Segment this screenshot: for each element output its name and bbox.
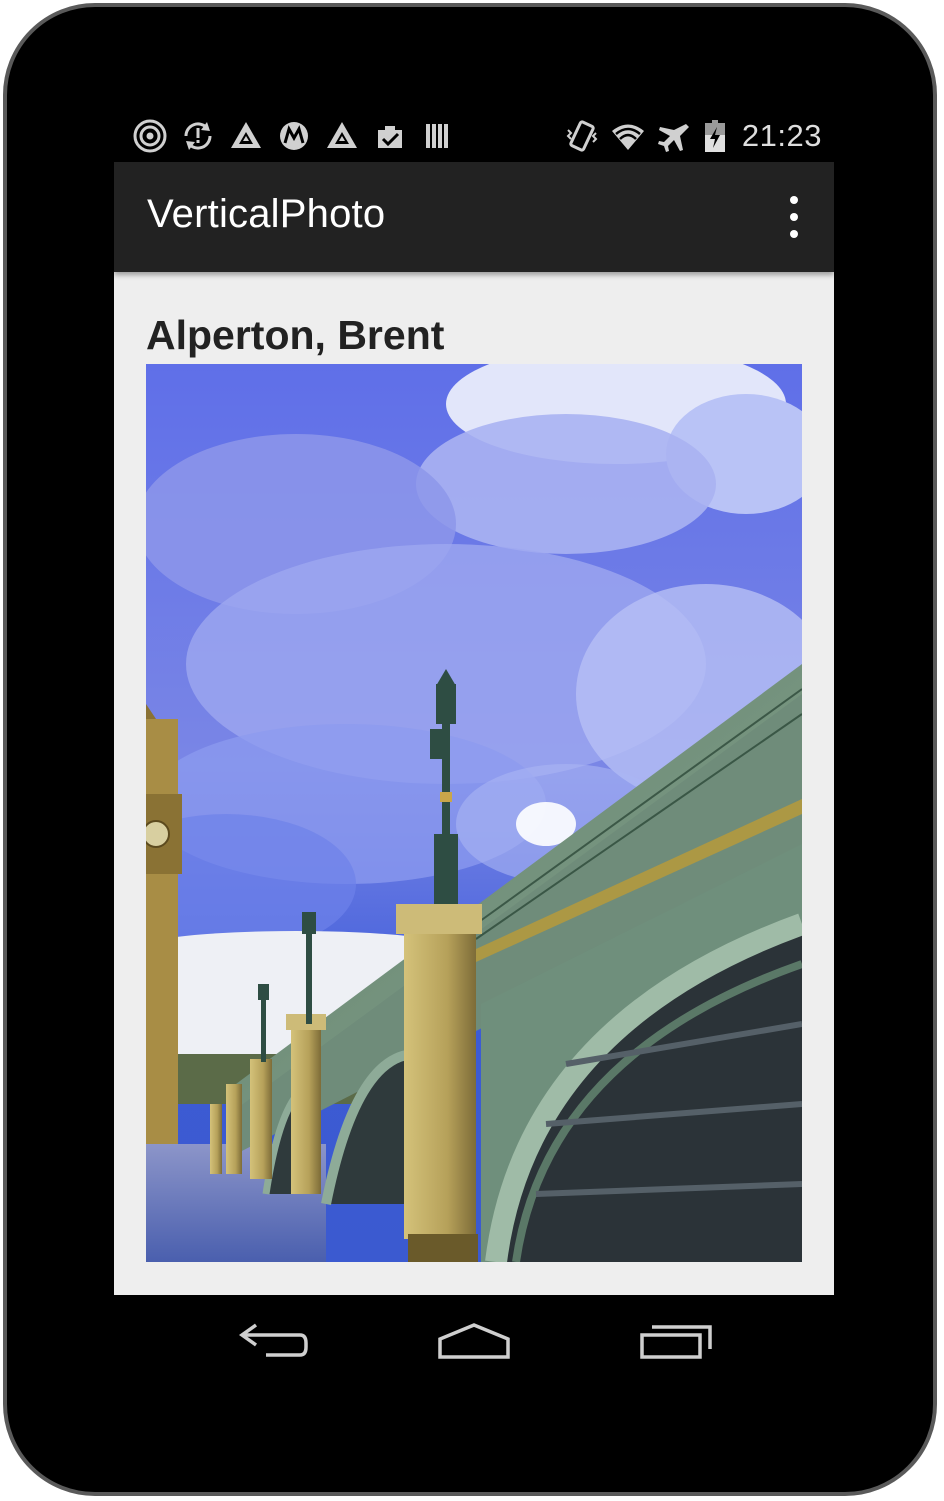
status-time: 21:23 bbox=[741, 118, 822, 153]
status-bar: 21:23 bbox=[114, 110, 834, 162]
vibrate-icon bbox=[564, 118, 600, 154]
barcode-icon bbox=[420, 118, 456, 154]
screen: 21:23 VerticalPhoto Alperton, Brent bbox=[114, 110, 834, 1295]
westminster-bridge-photo[interactable] bbox=[146, 364, 802, 1262]
main-content: Alperton, Brent bbox=[114, 272, 834, 1295]
notification-icons bbox=[132, 118, 456, 154]
navigation-bar bbox=[114, 1295, 834, 1399]
airplane-mode-icon bbox=[656, 118, 692, 154]
recent-apps-icon[interactable] bbox=[636, 1317, 716, 1367]
motorola-icon bbox=[276, 118, 312, 154]
back-icon[interactable] bbox=[232, 1317, 312, 1367]
target-icon bbox=[132, 118, 168, 154]
system-icons: 21:23 bbox=[564, 118, 822, 154]
clipboard-check-icon bbox=[372, 118, 408, 154]
place-title: Alperton, Brent bbox=[146, 312, 445, 358]
wifi-icon bbox=[610, 118, 646, 154]
home-icon[interactable] bbox=[434, 1317, 514, 1367]
more-vert-icon[interactable] bbox=[784, 196, 804, 238]
app-title: VerticalPhoto bbox=[147, 192, 386, 236]
drive-icon bbox=[228, 118, 264, 154]
battery-charging-icon bbox=[702, 118, 728, 154]
drive-icon bbox=[324, 118, 360, 154]
action-bar: VerticalPhoto bbox=[114, 162, 834, 272]
sync-alert-icon bbox=[180, 118, 216, 154]
